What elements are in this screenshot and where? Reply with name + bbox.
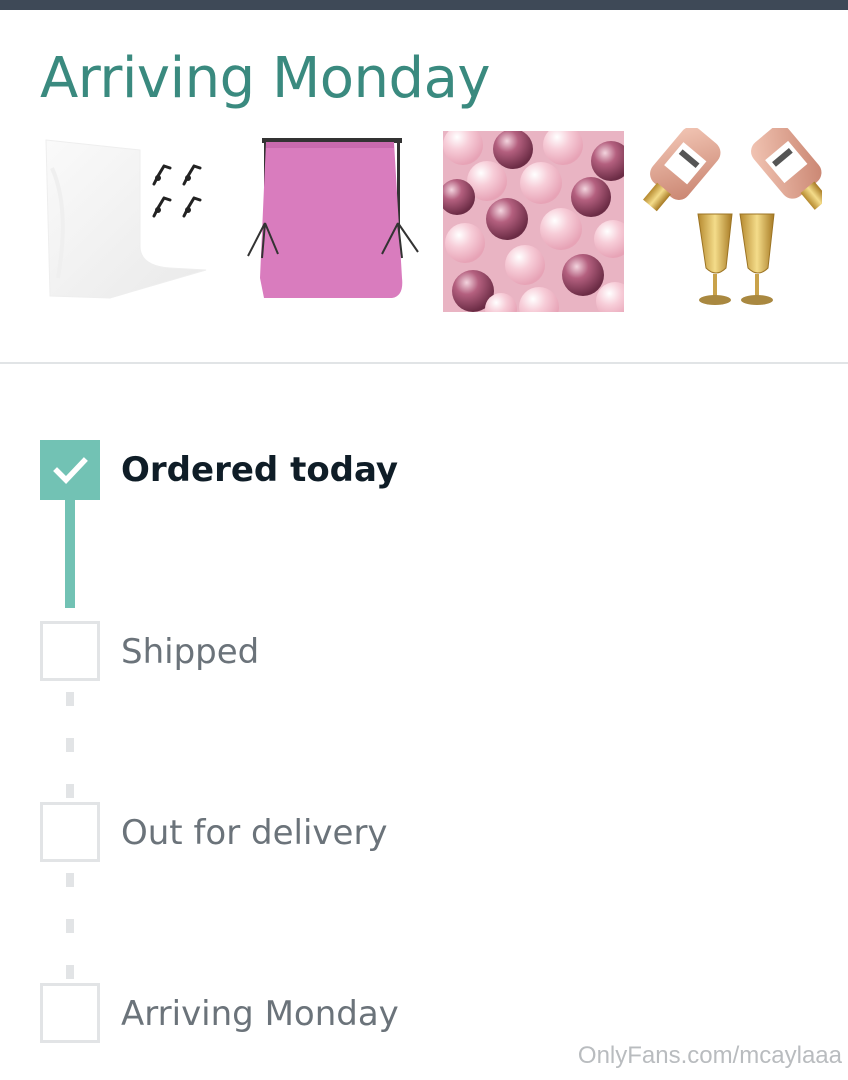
- progress-line-dash: [66, 738, 74, 752]
- progress-line-completed: [65, 500, 75, 608]
- top-bar: [0, 0, 848, 10]
- white-backdrop-image: [45, 139, 207, 299]
- step-out-for-delivery-label: Out for delivery: [121, 813, 388, 853]
- section-divider: [0, 362, 848, 364]
- progress-line-dash: [66, 919, 74, 933]
- progress-line-dash: [66, 965, 74, 979]
- product-thumbnails: [0, 128, 848, 318]
- product-thumb-balloons[interactable]: [443, 131, 624, 312]
- order-tracking-page: Arriving Monday Ordered today Shipped Ou…: [0, 0, 848, 1080]
- step-shipped-label: Shipped: [121, 632, 260, 672]
- pink-backdrop-stand-image: [247, 138, 419, 298]
- product-thumb-white-backdrop[interactable]: [40, 128, 222, 313]
- progress-line-dash: [66, 873, 74, 887]
- step-out-for-delivery-checkbox: [40, 802, 100, 862]
- pink-balloons-image: [443, 131, 624, 312]
- page-title: Arriving Monday: [40, 46, 491, 111]
- step-shipped-checkbox: [40, 621, 100, 681]
- progress-line-dash: [66, 784, 74, 798]
- champagne-balloons-image: [643, 128, 822, 305]
- product-thumb-champagne-balloons[interactable]: [640, 128, 822, 313]
- progress-line-dash: [66, 692, 74, 706]
- step-arriving-label: Arriving Monday: [121, 994, 399, 1034]
- product-thumb-pink-backdrop[interactable]: [242, 128, 424, 313]
- step-arriving-checkbox: [40, 983, 100, 1043]
- watermark-text: OnlyFans.com/mcaylaaa: [577, 1042, 842, 1069]
- step-ordered-label: Ordered today: [121, 450, 399, 490]
- step-ordered-checkbox: [40, 440, 100, 500]
- check-icon: [53, 457, 88, 484]
